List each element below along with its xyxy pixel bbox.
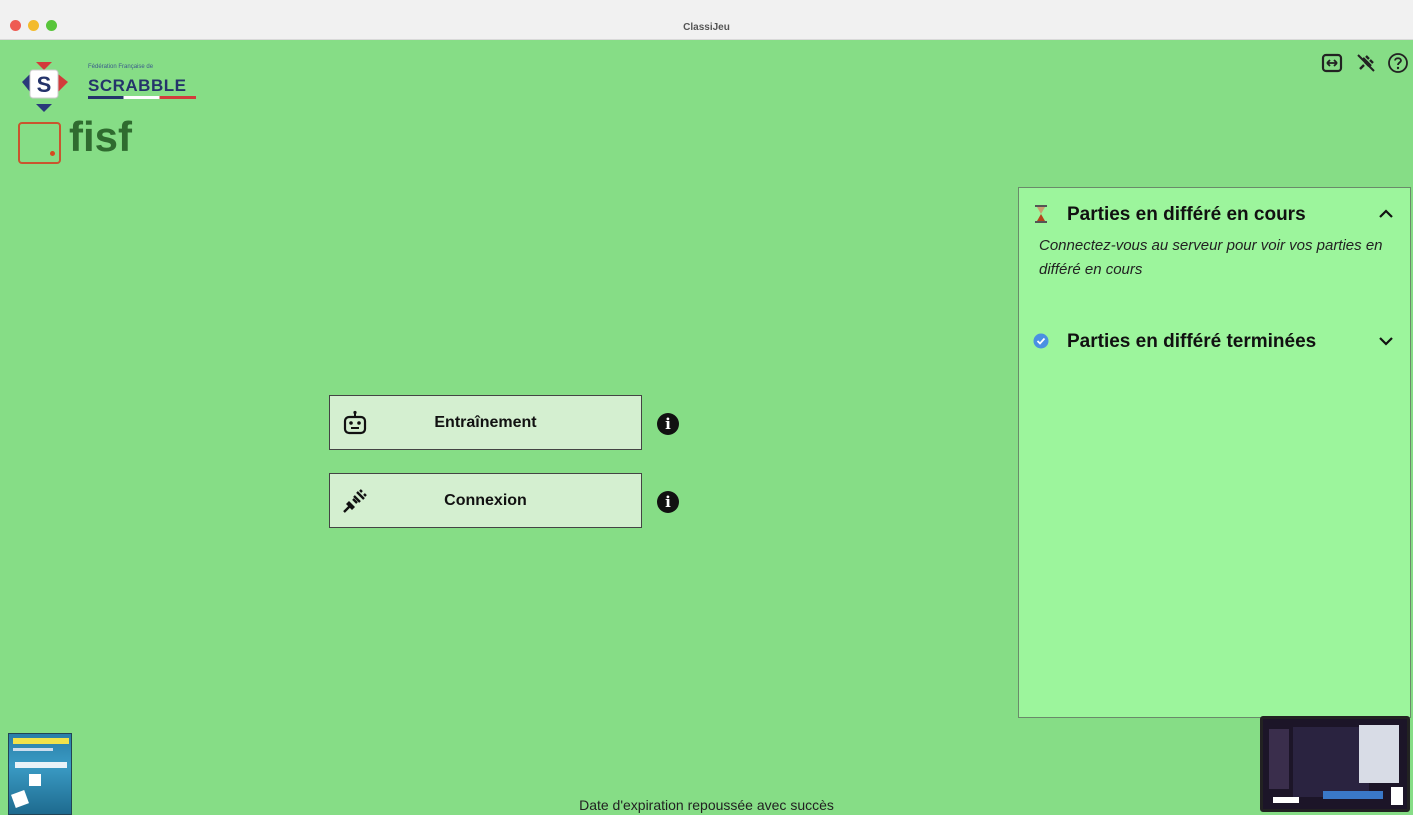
- exit-icon[interactable]: [1321, 52, 1343, 74]
- status-message: Date d'expiration repoussée avec succès: [579, 797, 834, 813]
- fisf-dot: [50, 151, 55, 156]
- plugin-off-icon[interactable]: [1355, 52, 1377, 74]
- connect-info-icon[interactable]: i: [657, 491, 679, 513]
- ffs-small-text: Fédération Française de: [88, 64, 154, 70]
- deferred-games-panel: Parties en différé en cours Connectez-vo…: [1018, 187, 1411, 718]
- help-icon[interactable]: [1387, 52, 1409, 74]
- fisf-name: fisf: [69, 113, 132, 160]
- training-button-label: Entraînement: [434, 413, 537, 431]
- fisf-logo: fisf: [18, 113, 148, 169]
- ffs-logo-letter: S: [37, 72, 52, 97]
- connect-prompt-message: Connectez-vous au serveur pour voir vos …: [1039, 237, 1383, 278]
- section-active-games-title: Parties en différé en cours: [1067, 204, 1306, 225]
- window-title: ClassiJeu: [683, 22, 730, 33]
- hourglass-icon: [1035, 205, 1047, 223]
- check-circle-icon: [1033, 333, 1049, 349]
- section-active-games-header[interactable]: Parties en différé en cours: [1033, 201, 1399, 227]
- ffs-name: SCRABBLE: [88, 76, 187, 95]
- ffs-logo-mark: S: [22, 62, 68, 112]
- window-titlebar: ClassiJeu: [0, 0, 1413, 40]
- chevron-down-icon[interactable]: [1377, 332, 1395, 350]
- connect-button[interactable]: Connexion: [329, 473, 642, 528]
- chevron-up-icon[interactable]: [1377, 205, 1395, 223]
- training-button[interactable]: Entraînement: [329, 395, 642, 450]
- section-finished-games-title: Parties en différé terminées: [1067, 331, 1317, 352]
- fisf-tile: [18, 122, 61, 164]
- training-info-icon[interactable]: i: [657, 413, 679, 435]
- ffs-tricolor-line: [88, 96, 196, 99]
- section-finished-games-header[interactable]: Parties en différé terminées: [1033, 328, 1399, 354]
- top-toolbar: [1303, 52, 1413, 76]
- preview-image: [1263, 719, 1407, 809]
- connect-button-label: Connexion: [444, 491, 527, 509]
- robot-icon: [343, 410, 367, 435]
- plug-icon: [343, 489, 367, 513]
